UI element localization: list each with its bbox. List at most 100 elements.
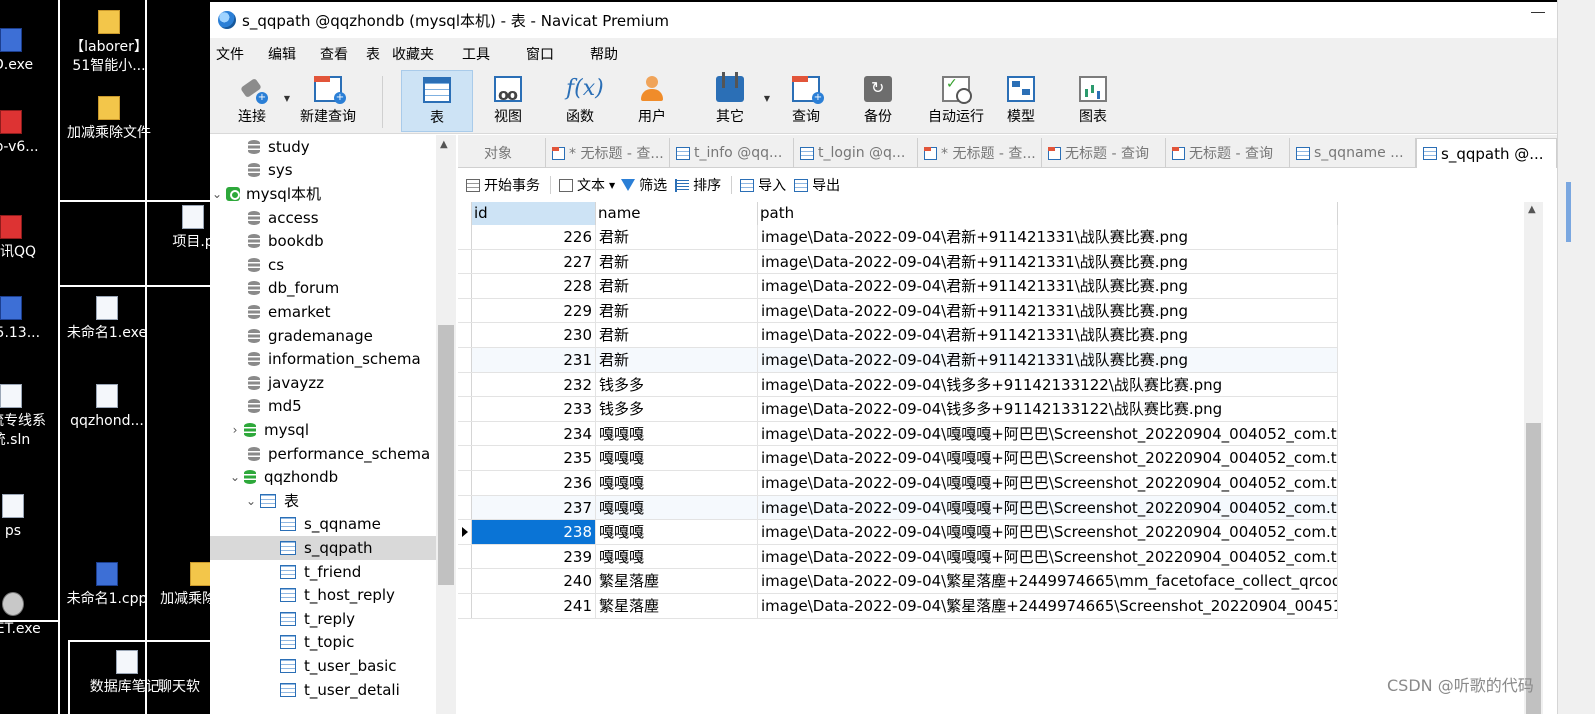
tab-s-qqname[interactable]: s_qqname ... [1290, 138, 1416, 168]
cell-id[interactable]: 240 [472, 569, 596, 594]
column-header-path[interactable]: path [758, 202, 1338, 225]
table-row[interactable]: 241 繁星落塵 image\Data-2022-09-04\繁星落塵+244997… [458, 594, 1338, 619]
menu-help[interactable]: 帮助 [584, 44, 624, 64]
tree-item-grademanage[interactable]: grademanage [210, 324, 436, 348]
cell-name[interactable]: 君新 [596, 323, 758, 348]
desktop-icon[interactable]: qqzhond... [62, 384, 152, 431]
table-row[interactable]: 231 君新 image\Data-2022-09-04\君新+911421331\… [458, 348, 1338, 373]
table-row[interactable]: 229 君新 image\Data-2022-09-04\君新+911421331\… [458, 298, 1338, 324]
table-row[interactable]: 239 嘎嘎嘎 image\Data-2022-09-04\嘎嘎嘎+阿巴巴\Scre… [458, 544, 1338, 570]
row-indicator[interactable] [458, 495, 472, 520]
desktop-icon[interactable]: 腾讯QQ [0, 215, 56, 262]
tab-untitled-query-4[interactable]: 无标题 - 查询 [1166, 138, 1290, 168]
desktop-icon[interactable]: ps [0, 494, 58, 541]
cell-id[interactable]: 226 [472, 225, 596, 249]
cell-path[interactable]: image\Data-2022-09-04\君新+911421331\战队赛比赛… [758, 348, 1338, 372]
cell-path[interactable]: image\Data-2022-09-04\嘎嘎嘎+阿巴巴\Screenshot… [758, 471, 1338, 495]
tab-s-qqpath[interactable]: s_qqpath @... [1416, 138, 1557, 168]
scroll-up-icon[interactable]: ▲ [1528, 204, 1536, 215]
begin-transaction-button[interactable]: 开始事务 [466, 175, 540, 195]
cell-id[interactable]: 238 [472, 520, 596, 545]
cell-path[interactable]: image\Data-2022-09-04\钱多多+91142133122\战队… [758, 372, 1338, 397]
desktop-icon[interactable]: NET.exe [0, 592, 58, 639]
row-indicator[interactable] [458, 249, 472, 274]
cell-path[interactable]: image\Data-2022-09-04\嘎嘎嘎+阿巴巴\Screenshot… [758, 446, 1338, 471]
desktop-icon[interactable]: 未命名1.cpp [62, 562, 152, 609]
table-button[interactable]: 表 [401, 70, 473, 132]
cell-path[interactable]: image\Data-2022-09-04\繁星落塵+2449974665\mm… [758, 569, 1338, 594]
cell-path[interactable]: image\Data-2022-09-04\嘎嘎嘎+阿巴巴\Screenshot… [758, 421, 1338, 446]
desktop-icon[interactable]: m5.13... [0, 296, 56, 343]
table-row[interactable]: 236 嘎嘎嘎 image\Data-2022-09-04\嘎嘎嘎+阿巴巴\Scre… [458, 471, 1338, 496]
cell-name[interactable]: 嘎嘎嘎 [596, 495, 758, 520]
tree-item-information-schema[interactable]: information_schema [210, 347, 436, 371]
desktop-icon[interactable]: isp-v6... [0, 110, 56, 157]
tree-item-md5[interactable]: md5 [210, 395, 436, 419]
grid-scrollbar[interactable]: ▲ [1524, 202, 1543, 714]
function-button[interactable]: f(x) 函数 [550, 70, 610, 132]
chevron-down-icon[interactable]: ▼ [764, 94, 770, 103]
row-indicator[interactable] [458, 594, 472, 618]
row-indicator[interactable] [458, 569, 472, 593]
tree-item-t-host-reply[interactable]: t_host_reply [210, 583, 436, 607]
tree-item-tables[interactable]: ⌄ 表 [210, 489, 436, 513]
cell-name[interactable]: 嘎嘎嘎 [596, 471, 758, 495]
menu-tools[interactable]: 工具 [456, 44, 496, 64]
tree-item-performance-schema[interactable]: performance_schema [210, 442, 436, 466]
row-indicator[interactable] [458, 298, 472, 323]
desktop-icon[interactable]: ID.exe [0, 28, 56, 75]
chevron-down-icon[interactable]: ⌄ [210, 187, 224, 201]
chevron-down-icon[interactable]: ▼ [609, 181, 615, 190]
tree-item-t-user-basic[interactable]: t_user_basic [210, 654, 436, 678]
cell-name[interactable]: 嘎嘎嘎 [596, 421, 758, 446]
cell-path[interactable]: image\Data-2022-09-04\钱多多+91142133122\战队… [758, 397, 1338, 422]
column-header-id[interactable]: id [472, 202, 596, 225]
cell-path[interactable]: image\Data-2022-09-04\嘎嘎嘎+阿巴巴\Screenshot… [758, 544, 1338, 569]
row-indicator[interactable] [458, 372, 472, 397]
table-row[interactable]: 235 嘎嘎嘎 image\Data-2022-09-04\嘎嘎嘎+阿巴巴\Scre… [458, 446, 1338, 471]
menu-favorites[interactable]: 收藏夹 [386, 44, 440, 64]
chart-button[interactable]: 图表 [1063, 70, 1123, 132]
desktop-icon[interactable]: 聊天软 [158, 678, 210, 697]
menu-view[interactable]: 查看 [314, 44, 354, 64]
tree-item-t-topic[interactable]: t_topic [210, 631, 436, 655]
tree-item-bookdb[interactable]: bookdb [210, 229, 436, 253]
table-row[interactable]: 226 君新 image\Data-2022-09-04\君新+911421331\… [458, 225, 1338, 250]
user-button[interactable]: 用户 [622, 70, 682, 132]
tab-objects[interactable]: 对象 [458, 138, 546, 168]
automation-button[interactable]: 自动运行 [916, 70, 996, 132]
column-header-name[interactable]: name [596, 202, 758, 225]
tree-item-t-friend[interactable]: t_friend [210, 560, 436, 584]
tree-item-sys[interactable]: sys [210, 159, 436, 183]
scroll-up-icon[interactable]: ▲ [440, 139, 448, 150]
cell-id[interactable]: 231 [472, 348, 596, 372]
tab-untitled-query-2[interactable]: * 无标题 - 查... [918, 138, 1042, 168]
tree-item-t-user-detali[interactable]: t_user_detali [210, 678, 436, 702]
chevron-down-icon[interactable]: ⌄ [228, 470, 242, 484]
table-row[interactable]: 228 君新 image\Data-2022-09-04\君新+911421331\… [458, 274, 1338, 299]
cell-id[interactable]: 232 [472, 372, 596, 397]
tree-item-access[interactable]: access [210, 206, 436, 230]
connect-button[interactable]: 连接 ▼ [224, 70, 290, 132]
cell-id[interactable]: 235 [472, 446, 596, 471]
cell-path[interactable]: image\Data-2022-09-04\君新+911421331\战队赛比赛… [758, 323, 1338, 348]
desktop-icon[interactable]: 未命名1.exe [62, 296, 152, 343]
desktop-icon[interactable]: 加减乘除文件 [64, 96, 154, 143]
other-button[interactable]: 其它 ▼ [700, 70, 770, 132]
cell-id[interactable]: 241 [472, 594, 596, 618]
row-indicator[interactable] [458, 348, 472, 372]
table-row[interactable]: 237 嘎嘎嘎 image\Data-2022-09-04\嘎嘎嘎+阿巴巴\Scre… [458, 495, 1338, 521]
view-button[interactable]: 视图 [478, 70, 538, 132]
table-row[interactable]: 233 钱多多 image\Data-2022-09-04\钱多多+91142133… [458, 397, 1338, 422]
tree-scrollbar-thumb[interactable] [438, 325, 454, 585]
cell-name[interactable]: 嘎嘎嘎 [596, 544, 758, 569]
backup-button[interactable]: 备份 [848, 70, 908, 132]
tree-item-emarket[interactable]: emarket [210, 300, 436, 324]
row-indicator[interactable] [458, 274, 472, 298]
cell-id[interactable]: 228 [472, 274, 596, 299]
table-row[interactable]: 227 君新 image\Data-2022-09-04\君新+911421331\… [458, 249, 1338, 275]
menu-file[interactable]: 文件 [210, 44, 250, 64]
desktop-icon[interactable]: 物流专线系统.sln [0, 384, 56, 450]
row-indicator[interactable] [458, 471, 472, 495]
tree-item-s-qqname[interactable]: s_qqname [210, 513, 436, 537]
